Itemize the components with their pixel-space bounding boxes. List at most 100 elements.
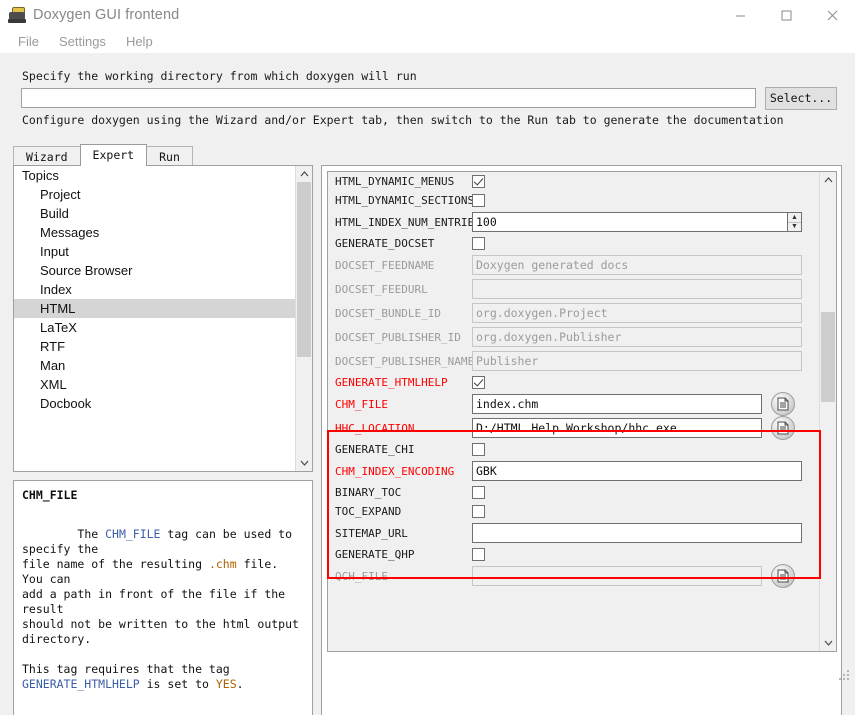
help-p1-pre: The (77, 527, 106, 541)
scroll-up-icon[interactable] (296, 166, 312, 182)
topics-list-panel: Topics Project Build Messages Input Source Br… (13, 165, 313, 472)
setting-row-docset_publisher_id: DOCSET_PUBLISHER_ID org.doxygen.Publisher (328, 325, 819, 349)
setting-input-docset_publisher_id[interactable]: org.doxygen.Publisher (472, 327, 802, 347)
setting-row-html_dynamic_sections: HTML_DYNAMIC_SECTIONS (328, 191, 819, 210)
help-p2-mid: is set to (139, 677, 216, 691)
tab-wizard[interactable]: Wizard (13, 146, 81, 166)
setting-checkbox-generate_docset[interactable] (472, 237, 485, 250)
browse-file-icon[interactable] (771, 416, 795, 440)
setting-input-html_index_num_entries[interactable]: 100 (472, 212, 787, 232)
help-p1-tag: CHM_FILE (105, 527, 161, 541)
topics-list[interactable]: Topics Project Build Messages Input Source Br… (14, 166, 295, 413)
workdir-hint: Specify the working directory from which… (22, 69, 417, 83)
topic-item-latex[interactable]: LaTeX (14, 318, 295, 337)
setting-input-qch_file[interactable] (472, 566, 762, 586)
setting-label-docset_feedname: DOCSET_FEEDNAME (335, 258, 435, 272)
setting-checkbox-generate_htmlhelp[interactable] (472, 376, 485, 389)
settings-scrollbar-thumb[interactable] (821, 312, 835, 402)
topic-item-source-browser[interactable]: Source Browser (14, 261, 295, 280)
setting-input-sitemap_url[interactable] (472, 523, 802, 543)
setting-label-docset_publisher_name: DOCSET_PUBLISHER_NAME (335, 354, 475, 368)
setting-input-docset_feedurl[interactable] (472, 279, 802, 299)
browse-file-icon[interactable] (771, 392, 795, 416)
setting-checkbox-toc_expand[interactable] (472, 505, 485, 518)
setting-row-qch_file: QCH_FILE (328, 564, 819, 588)
setting-checkbox-generate_chi[interactable] (472, 443, 485, 456)
menu-item-file[interactable]: File (9, 32, 48, 51)
topic-item-project[interactable]: Project (14, 185, 295, 204)
setting-row-docset_feedname: DOCSET_FEEDNAME Doxygen generated docs (328, 253, 819, 277)
tab-expert[interactable]: Expert (79, 144, 148, 166)
close-icon[interactable] (809, 0, 855, 30)
maximize-icon[interactable] (763, 0, 809, 30)
working-directory-input[interactable] (21, 88, 756, 108)
setting-row-binary_toc: BINARY_TOC (328, 483, 819, 502)
setting-label-html_index_num_entries: HTML_INDEX_NUM_ENTRIES (335, 215, 481, 229)
setting-label-html_dynamic_menus: HTML_DYNAMIC_MENUS (335, 175, 455, 188)
topic-item-man[interactable]: Man (14, 356, 295, 375)
menu-item-help[interactable]: Help (117, 32, 162, 51)
topic-item-xml[interactable]: XML (14, 375, 295, 394)
setting-input-chm_file[interactable]: index.chm (472, 394, 762, 414)
setting-row-toc_expand: TOC_EXPAND (328, 502, 819, 521)
scroll-down-icon[interactable] (820, 635, 836, 651)
topic-item-input[interactable]: Input (14, 242, 295, 261)
setting-input-hhc_location[interactable]: D:/HTML Help Workshop/hhc.exe (472, 418, 762, 438)
settings-scroll-area: HTML_DYNAMIC_MENUS HTML_DYNAMIC_SECTIONS H… (327, 171, 837, 652)
topic-item-docbook[interactable]: Docbook (14, 394, 295, 413)
setting-checkbox-html_dynamic_sections[interactable] (472, 194, 485, 207)
setting-label-generate_qhp: GENERATE_QHP (335, 548, 415, 561)
settings-scrollbar[interactable] (819, 172, 836, 651)
topic-item-index[interactable]: Index (14, 280, 295, 299)
setting-row-sitemap_url: SITEMAP_URL (328, 521, 819, 545)
topic-item-build[interactable]: Build (14, 204, 295, 223)
scroll-down-icon[interactable] (296, 455, 312, 471)
browse-file-icon[interactable] (771, 564, 795, 588)
help-p1-val: .chm (208, 557, 237, 571)
help-p2-tag: GENERATE_HTMLHELP (22, 677, 140, 691)
scroll-up-icon[interactable] (820, 172, 836, 188)
topics-scrollbar-thumb[interactable] (297, 182, 311, 357)
doxygen-logo-icon (8, 6, 26, 24)
setting-input-docset_feedname[interactable]: Doxygen generated docs (472, 255, 802, 275)
setting-input-docset_bundle_id[interactable]: org.doxygen.Project (472, 303, 802, 323)
setting-label-docset_publisher_id: DOCSET_PUBLISHER_ID (335, 330, 461, 344)
setting-label-docset_bundle_id: DOCSET_BUNDLE_ID (335, 306, 441, 320)
settings-rows: HTML_DYNAMIC_MENUS HTML_DYNAMIC_SECTIONS H… (328, 172, 819, 588)
topic-item-html[interactable]: HTML (14, 299, 295, 318)
tab-run[interactable]: Run (146, 146, 193, 166)
setting-row-html_index_num_entries: HTML_INDEX_NUM_ENTRIES 100 ▲ ▼ (328, 210, 819, 234)
setting-row-generate_qhp: GENERATE_QHP (328, 545, 819, 564)
topics-scrollbar[interactable] (295, 166, 312, 471)
spinner-down-icon[interactable]: ▼ (788, 223, 801, 232)
select-directory-button[interactable]: Select... (765, 87, 837, 110)
tab-bar: Wizard Expert Run (13, 144, 193, 166)
topic-item-messages[interactable]: Messages (14, 223, 295, 242)
setting-label-hhc_location: HHC_LOCATION (335, 421, 415, 435)
title-bar: Doxygen GUI frontend (0, 0, 855, 30)
setting-row-generate_htmlhelp: GENERATE_HTMLHELP (328, 373, 819, 392)
setting-row-chm_file: CHM_FILE index.chm (328, 392, 819, 416)
setting-row-html_dynamic_menus: HTML_DYNAMIC_MENUS (328, 172, 819, 191)
menu-item-settings[interactable]: Settings (50, 32, 115, 51)
setting-row-docset_publisher_name: DOCSET_PUBLISHER_NAME Publisher (328, 349, 819, 373)
setting-checkbox-generate_qhp[interactable] (472, 548, 485, 561)
setting-checkbox-binary_toc[interactable] (472, 486, 485, 499)
setting-row-docset_bundle_id: DOCSET_BUNDLE_ID org.doxygen.Project (328, 301, 819, 325)
resize-grip[interactable] (839, 670, 851, 682)
setting-checkbox-html_dynamic_menus[interactable] (472, 175, 485, 188)
setting-label-binary_toc: BINARY_TOC (335, 486, 402, 499)
help-body: The CHM_FILE tag can be used to specify … (22, 512, 304, 707)
setting-input-docset_publisher_name[interactable]: Publisher (472, 351, 802, 371)
topic-item-rtf[interactable]: RTF (14, 337, 295, 356)
setting-input-chm_index_encoding[interactable]: GBK (472, 461, 802, 481)
minimize-icon[interactable] (717, 0, 763, 30)
setting-row-docset_feedurl: DOCSET_FEEDURL (328, 277, 819, 301)
setting-row-hhc_location: HHC_LOCATION D:/HTML Help Workshop/hhc.ex… (328, 416, 819, 440)
setting-label-generate_chi: GENERATE_CHI (335, 443, 415, 456)
spinner-up-icon[interactable]: ▲ (788, 213, 801, 223)
menu-bar: File Settings Help (0, 30, 855, 53)
setting-label-generate_htmlhelp: GENERATE_HTMLHELP (335, 376, 448, 389)
spinner-html_index_num_entries[interactable]: ▲ ▼ (787, 212, 802, 232)
main-content: Specify the working directory from which… (0, 53, 855, 715)
